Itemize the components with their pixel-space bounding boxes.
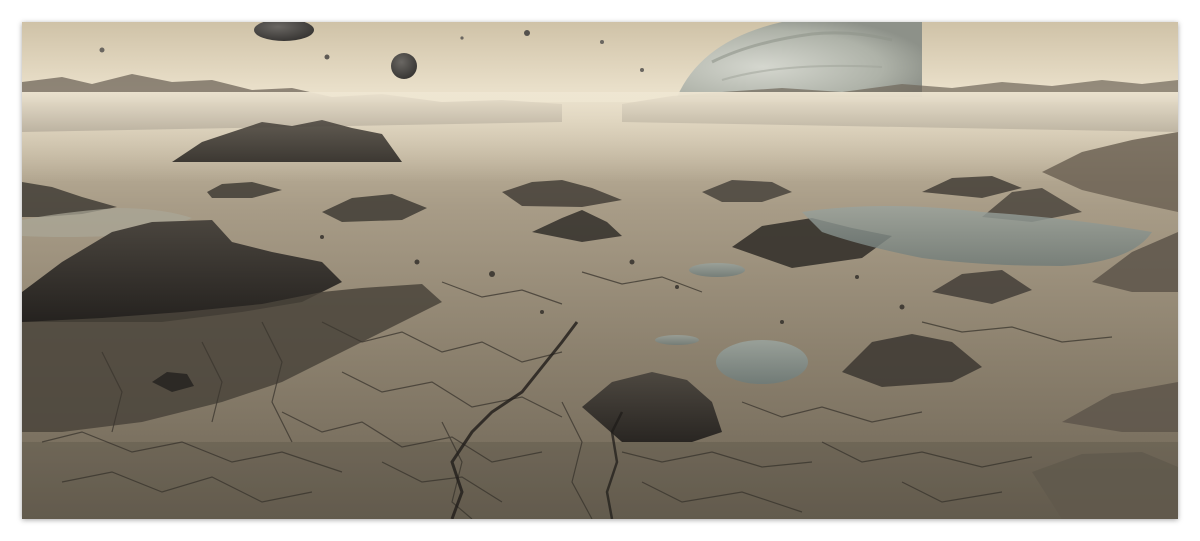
water-pool-small-2 [655,335,699,345]
water-pool-center [716,340,808,384]
moon-small-2 [324,54,330,60]
water-pool-small-1 [689,263,745,277]
horizon-haze [22,92,1178,182]
moon-medium [391,53,417,79]
image-frame [22,22,1178,519]
moon-small-3 [99,47,105,53]
moon-small-6 [460,36,464,40]
moon-small-4 [600,40,604,44]
moon-small-5 [640,68,644,72]
alien-landscape-scene [22,22,1178,519]
foreground-shadow [22,442,1178,519]
moon-small-1 [524,30,530,36]
